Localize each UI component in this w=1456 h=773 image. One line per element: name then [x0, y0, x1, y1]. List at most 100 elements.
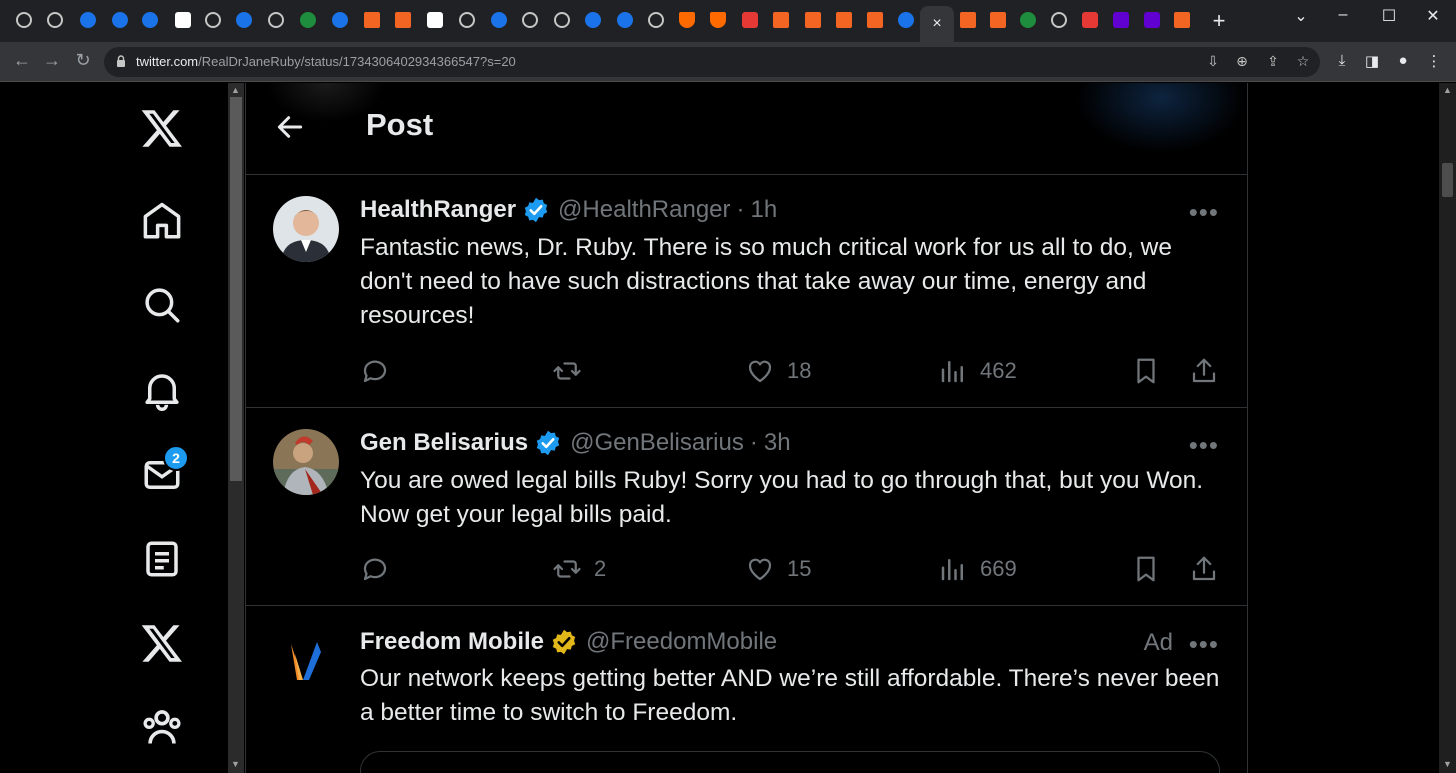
tab-search-chevron-icon[interactable]: ⌄ — [1286, 6, 1316, 26]
back-arrow-icon[interactable] — [274, 111, 306, 143]
tab-favicon[interactable] — [234, 10, 254, 30]
close-window-button[interactable]: ✕ — [1418, 6, 1448, 26]
share-button[interactable] — [1189, 353, 1219, 389]
tab-favicon[interactable] — [1142, 10, 1162, 30]
tab-favicon[interactable] — [489, 10, 509, 30]
scroll-down-icon[interactable]: ▼ — [231, 759, 240, 769]
avatar[interactable] — [273, 628, 339, 694]
new-tab-button[interactable]: + — [1208, 8, 1230, 34]
author-name[interactable]: HealthRanger — [360, 196, 516, 224]
profile-icon[interactable]: ● — [1393, 52, 1413, 69]
download-icon[interactable]: ⤓ — [1332, 52, 1352, 69]
tab-favicon[interactable] — [583, 10, 603, 30]
tab-favicon[interactable] — [173, 10, 193, 30]
tab-favicon[interactable] — [203, 10, 223, 30]
tab-favicon[interactable] — [110, 10, 130, 30]
scrollbar-thumb[interactable] — [230, 97, 242, 481]
author-name[interactable]: Gen Belisarius — [360, 429, 528, 457]
page-scrollbar[interactable]: ▲ ▼ — [1439, 83, 1456, 773]
minimize-button[interactable]: – — [1328, 6, 1358, 24]
share-icon[interactable]: ⇪ — [1264, 53, 1282, 70]
notifications-icon[interactable] — [140, 368, 184, 412]
ad-tweet[interactable]: Freedom Mobile @FreedomMobile Ad ••• Our… — [246, 606, 1247, 773]
author-handle[interactable]: @FreedomMobile — [586, 628, 777, 656]
scroll-down-icon[interactable]: ▼ — [1443, 759, 1452, 769]
scroll-up-icon[interactable]: ▲ — [1443, 85, 1452, 95]
avatar[interactable] — [273, 196, 339, 262]
avatar[interactable] — [273, 429, 339, 495]
bookmark-button[interactable] — [1131, 551, 1161, 587]
tab-favicon[interactable] — [896, 10, 916, 30]
tab-favicon[interactable] — [615, 10, 635, 30]
ad-media-card[interactable] — [360, 751, 1220, 773]
tab-favicon[interactable] — [520, 10, 540, 30]
more-options-icon[interactable]: ••• — [1189, 430, 1219, 461]
scrollbar-thumb[interactable] — [1442, 163, 1453, 197]
install-app-icon[interactable]: ⇩ — [1204, 53, 1222, 70]
tab-favicon[interactable] — [677, 10, 697, 30]
reload-button[interactable]: ↻ — [71, 50, 95, 71]
timestamp[interactable]: 3h — [764, 429, 791, 457]
menu-icon[interactable]: ⋮ — [1424, 52, 1444, 70]
communities-icon[interactable] — [140, 705, 184, 749]
repost-button[interactable] — [552, 353, 582, 389]
tab-favicon[interactable] — [1049, 10, 1069, 30]
address-bar[interactable]: twitter.com/RealDrJaneRuby/status/173430… — [104, 47, 1320, 77]
left-scrollbar[interactable]: ▲ ▼ — [228, 83, 244, 773]
tab-favicon[interactable] — [834, 10, 854, 30]
tab-favicon[interactable] — [988, 10, 1008, 30]
bookmark-button[interactable] — [1131, 353, 1161, 389]
tab-favicon[interactable] — [1018, 10, 1038, 30]
tab-favicon[interactable] — [708, 10, 728, 30]
tab-favicon[interactable] — [1172, 10, 1192, 30]
maximize-button[interactable]: ☐ — [1374, 6, 1404, 26]
author-name[interactable]: Freedom Mobile — [360, 628, 544, 656]
tab-favicon[interactable] — [78, 10, 98, 30]
share-button[interactable] — [1189, 551, 1219, 587]
tab-favicon[interactable] — [330, 10, 350, 30]
tab-favicon[interactable] — [865, 10, 885, 30]
premium-icon[interactable] — [140, 621, 184, 665]
tab-favicon[interactable] — [457, 10, 477, 30]
tab-favicon[interactable] — [958, 10, 978, 30]
author-handle[interactable]: @GenBelisarius — [570, 429, 744, 457]
tab-favicon[interactable] — [362, 10, 382, 30]
close-icon[interactable]: × — [932, 15, 941, 33]
back-button[interactable]: ← — [10, 50, 34, 71]
repost-button[interactable]: 2 — [552, 551, 606, 587]
zoom-icon[interactable]: ⊕ — [1233, 53, 1251, 70]
tab-favicon[interactable] — [803, 10, 823, 30]
reply-tweet[interactable]: HealthRanger @HealthRanger · 1h ••• Fant… — [246, 175, 1247, 408]
author-handle[interactable]: @HealthRanger — [558, 196, 730, 224]
tab-favicon[interactable] — [393, 10, 413, 30]
tab-favicon[interactable] — [552, 10, 572, 30]
reply-button[interactable] — [360, 353, 390, 389]
tab-favicon[interactable] — [646, 10, 666, 30]
tab-favicon[interactable] — [771, 10, 791, 30]
side-panel-icon[interactable]: ◨ — [1362, 52, 1382, 70]
like-button[interactable]: 15 — [745, 551, 811, 587]
tab-favicon[interactable] — [45, 10, 65, 30]
tab-favicon[interactable] — [140, 10, 160, 30]
timestamp[interactable]: 1h — [751, 196, 778, 224]
search-icon[interactable] — [140, 283, 184, 327]
more-options-icon[interactable]: ••• — [1189, 197, 1219, 228]
tab-favicon[interactable] — [1080, 10, 1100, 30]
tab-favicon[interactable] — [14, 10, 34, 30]
active-tab[interactable]: × — [920, 6, 954, 42]
tab-favicon[interactable] — [740, 10, 760, 30]
reply-tweet[interactable]: Gen Belisarius @GenBelisarius · 3h ••• Y… — [246, 408, 1247, 606]
x-logo-icon[interactable] — [140, 106, 184, 150]
views-button[interactable]: 669 — [938, 551, 1017, 587]
reply-button[interactable] — [360, 551, 390, 587]
tab-favicon[interactable] — [298, 10, 318, 30]
lists-icon[interactable] — [140, 537, 184, 581]
tab-favicon[interactable] — [425, 10, 445, 30]
views-button[interactable]: 462 — [938, 353, 1017, 389]
scroll-up-icon[interactable]: ▲ — [231, 85, 240, 95]
forward-button[interactable]: → — [40, 50, 64, 71]
tab-favicon[interactable] — [1111, 10, 1131, 30]
more-options-icon[interactable]: ••• — [1189, 629, 1219, 660]
like-button[interactable]: 18 — [745, 353, 811, 389]
home-icon[interactable] — [140, 199, 184, 243]
